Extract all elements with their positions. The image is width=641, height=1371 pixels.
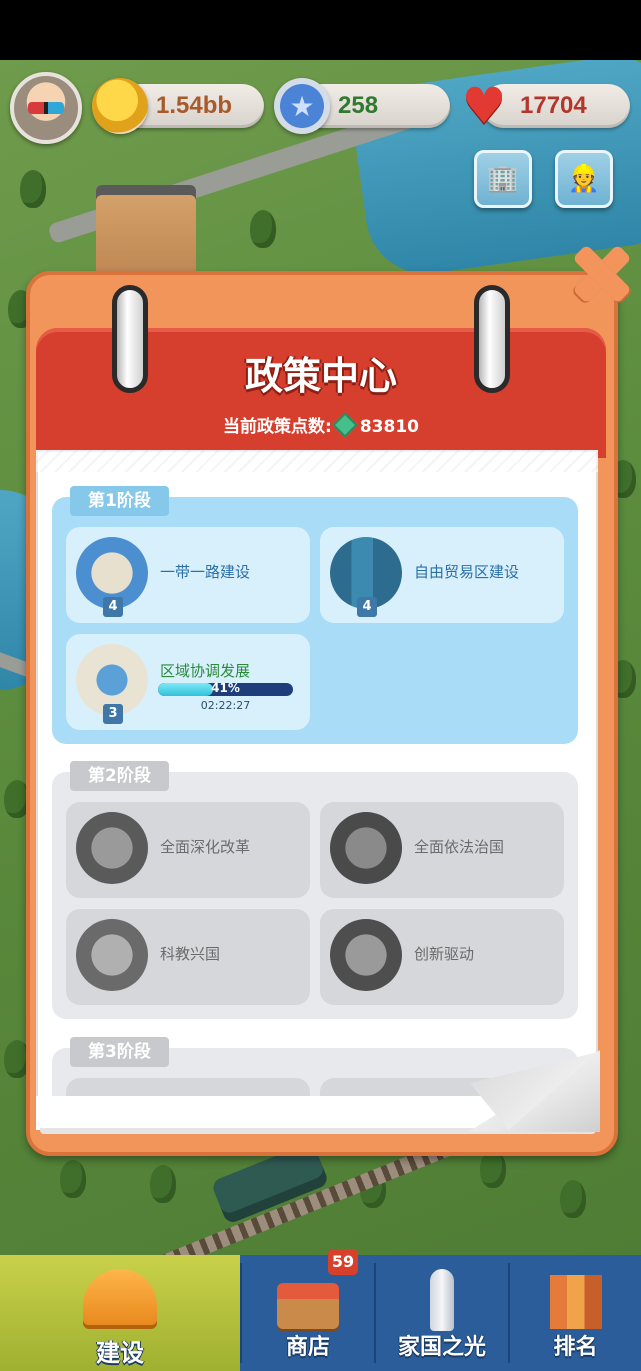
policy-card-innovation[interactable]: 创新驱动 [320, 909, 564, 1005]
star-icon: ★ [274, 78, 330, 134]
nav-shop-label: 商店 [285, 1335, 330, 1360]
heart-value: 17704 [520, 92, 587, 119]
policy-card-science-edu[interactable]: 科教兴国 [66, 909, 310, 1005]
hardhat-icon [83, 1269, 157, 1325]
education-icon [76, 919, 148, 991]
nav-rank[interactable]: 排名 [510, 1255, 641, 1371]
policy-name: 创新驱动 [414, 945, 475, 963]
points-value: 83810 [359, 417, 419, 437]
nav-homeland-label: 家国之光 [397, 1335, 486, 1360]
policy-level: 3 [103, 704, 123, 724]
stage-2-label: 第2阶段 [70, 761, 169, 791]
bottom-nav: 建设 商店 家国之光 排名 [0, 1255, 641, 1371]
policy-name: 科教兴国 [160, 945, 221, 963]
gavel-icon [330, 812, 402, 884]
nav-homeland[interactable]: 家国之光 [376, 1255, 508, 1371]
policy-name: 全面深化改革 [160, 838, 251, 856]
policy-level: 4 [103, 597, 123, 617]
policy-name: 全面依法治国 [414, 838, 505, 856]
stage-1-label: 第1阶段 [70, 486, 169, 516]
nav-build-label: 建设 [96, 1339, 144, 1367]
stage-3-label: 第3阶段 [70, 1037, 169, 1067]
policy-name: 区域协调发展 [160, 662, 251, 680]
rocket-icon [430, 1269, 454, 1331]
points-label: 当前政策点数: [223, 417, 332, 437]
shop-badge: 59 [328, 1249, 358, 1275]
progress-percent: 41% [211, 681, 240, 695]
policy-card-rule-of-law[interactable]: 全面依法治国 [320, 802, 564, 898]
policy-level: 4 [357, 597, 377, 617]
coin-icon [92, 78, 148, 134]
policy-card-reform[interactable]: 全面深化改革 [66, 802, 310, 898]
coin-value: 1.54bb [156, 92, 233, 119]
worker-button[interactable]: 👷 [555, 150, 613, 208]
torn-edge [36, 450, 598, 472]
policy-card-free-trade[interactable]: 4 自由贸易区建设 [320, 527, 564, 623]
building-icon: 🏢 [486, 164, 520, 194]
star-value: 258 [338, 92, 379, 119]
panel-title: 政策中心 [244, 354, 397, 398]
heart-icon: ♥ [461, 77, 507, 135]
player-avatar[interactable] [10, 72, 82, 144]
worker-icon: 👷 [567, 164, 601, 194]
policy-card-belt-road[interactable]: 4 一带一路建设 [66, 527, 310, 623]
policy-points: 当前政策点数: 83810 [36, 412, 606, 438]
building-button[interactable]: 🏢 [474, 150, 532, 208]
policy-name: 一带一路建设 [160, 563, 251, 581]
shop-icon [277, 1283, 339, 1329]
reform-icon [76, 812, 148, 884]
ranking-icon [549, 1275, 602, 1329]
nav-rank-label: 排名 [553, 1335, 598, 1360]
status-bar [0, 0, 641, 60]
gem-icon [332, 412, 358, 438]
policy-name: 自由贸易区建设 [414, 563, 520, 581]
policy-card-stage3-left[interactable] [66, 1078, 310, 1096]
rocket-launch-icon [330, 919, 402, 991]
nav-build[interactable]: 建设 [0, 1255, 240, 1371]
close-icon[interactable] [568, 240, 634, 306]
research-timer: 02:22:27 [200, 699, 251, 712]
